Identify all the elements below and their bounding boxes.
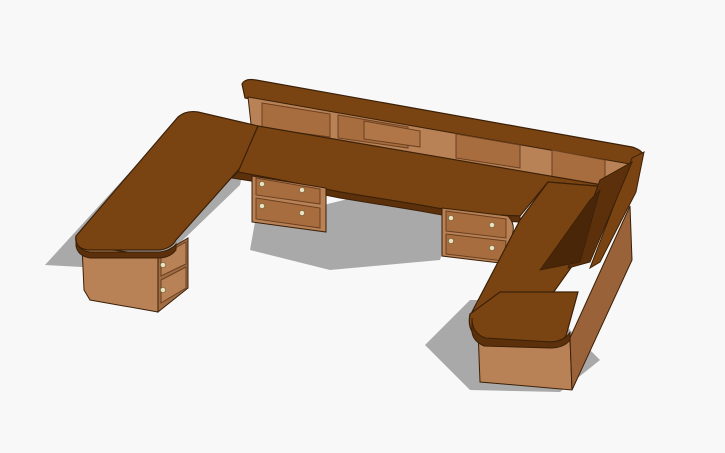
knob-icon xyxy=(160,287,166,293)
knob-icon xyxy=(489,245,495,251)
knob-icon xyxy=(489,222,495,228)
knob-icon xyxy=(299,210,305,216)
knob-icon xyxy=(259,203,265,209)
knob-icon xyxy=(448,215,454,221)
scene xyxy=(0,0,725,453)
knob-icon xyxy=(160,262,166,268)
knob-icon xyxy=(448,238,454,244)
knob-icon xyxy=(299,187,305,193)
desk-render xyxy=(0,0,725,453)
knob-icon xyxy=(259,181,265,187)
